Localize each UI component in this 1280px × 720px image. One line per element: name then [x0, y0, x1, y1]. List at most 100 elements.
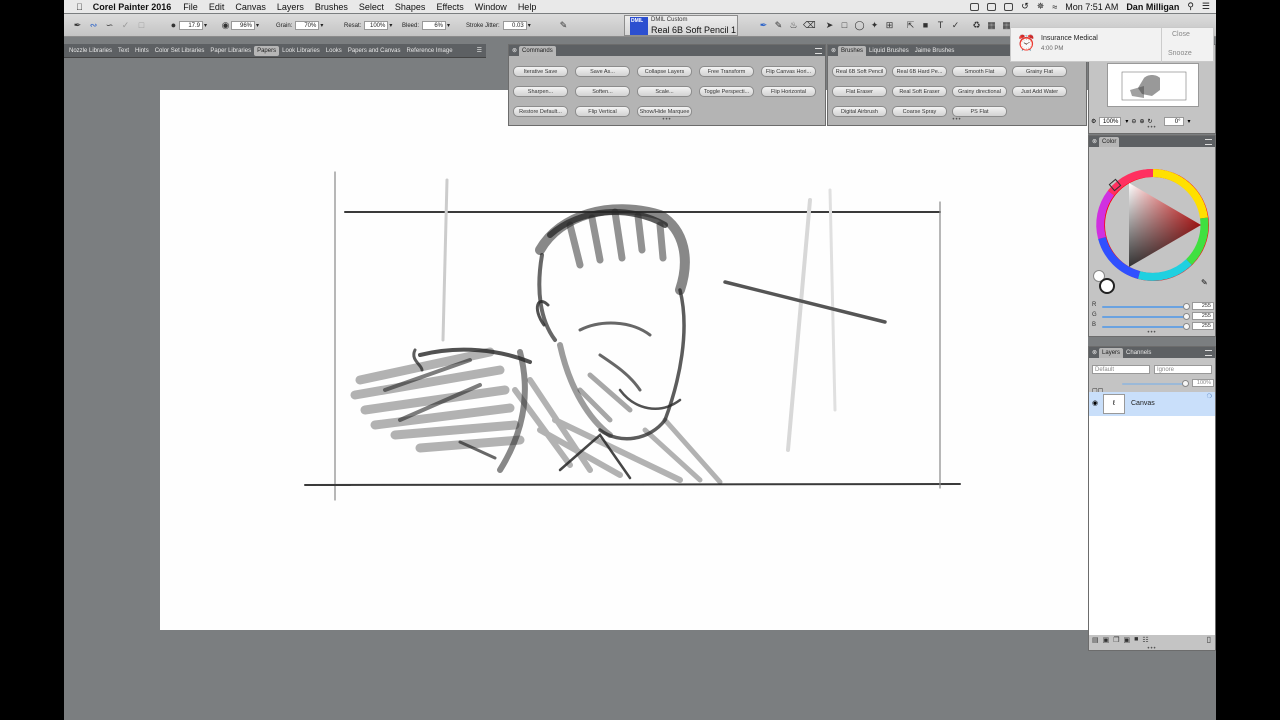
- command-flip-horizontal[interactable]: Flip Horizontal: [761, 86, 816, 97]
- blue-slider-knob[interactable]: [1183, 323, 1190, 330]
- zoom-in-icon[interactable]: ⊕: [1139, 118, 1144, 125]
- cloner-icon[interactable]: ♻: [971, 20, 982, 31]
- freehand-stroke-icon[interactable]: ∾: [88, 20, 99, 31]
- layer-opacity-knob[interactable]: [1182, 380, 1189, 387]
- commands-close-icon[interactable]: ⊗: [512, 47, 517, 54]
- tab-nozzle-libraries[interactable]: Nozzle Libraries: [66, 46, 115, 56]
- layer-link-icon[interactable]: ❍: [1207, 393, 1212, 400]
- resat-field[interactable]: 100%: [364, 21, 389, 30]
- spotlight-icon[interactable]: ⚲: [1187, 1, 1194, 12]
- status-icon-3[interactable]: [1004, 2, 1014, 11]
- brush-grainy-directional[interactable]: Grainy directional: [952, 86, 1007, 97]
- command-show-hide-marquee[interactable]: Show/Hide Marquee: [637, 106, 692, 117]
- status-icon-2[interactable]: [987, 2, 997, 11]
- command-soften[interactable]: Soften...: [575, 86, 630, 97]
- notification-snooze-button[interactable]: Snooze: [1168, 50, 1192, 57]
- green-value[interactable]: 255: [1192, 312, 1214, 320]
- mirror-icon[interactable]: ▦: [986, 20, 997, 31]
- user-name[interactable]: Dan Milligan: [1126, 2, 1179, 12]
- dab-preview-icon[interactable]: ✎: [558, 20, 569, 31]
- opacity-field[interactable]: 96%: [231, 21, 255, 30]
- layers-panel-header[interactable]: ⊗ Layers Channels: [1089, 347, 1215, 358]
- commands-panel-header[interactable]: ⊗ Commands: [509, 45, 825, 56]
- brush-smooth-flat[interactable]: Smooth Flat: [952, 66, 1007, 77]
- command-iterative-save[interactable]: Iterative Save: [513, 66, 568, 77]
- brush-selector[interactable]: DMIL DMIL Custom Real 6B Soft Pencil 1: [624, 15, 738, 36]
- command-scale[interactable]: Scale...: [637, 86, 692, 97]
- stroke-jitter-field[interactable]: 0.03: [502, 21, 527, 30]
- wifi-icon[interactable]: ≈: [1052, 2, 1057, 12]
- command-toggle-perspective[interactable]: Toggle Perspecti...: [699, 86, 754, 97]
- green-slider[interactable]: G 255: [1092, 312, 1214, 321]
- magic-wand-icon[interactable]: ✦: [869, 20, 880, 31]
- tab-channels[interactable]: Channels: [1123, 348, 1154, 358]
- brushes-resize-handle[interactable]: •••: [828, 117, 1086, 123]
- layer-opacity-value[interactable]: 100%: [1192, 379, 1214, 387]
- layer-attributes-icon[interactable]: ▤: [1092, 636, 1099, 646]
- command-restore-default[interactable]: Restore Default...: [513, 106, 568, 117]
- grain-field[interactable]: 70%: [295, 21, 320, 30]
- layer-mask-icon[interactable]: ■: [1134, 636, 1138, 646]
- brush-grainy-flat[interactable]: Grainy Flat: [1012, 66, 1067, 77]
- brush-coarse-spray[interactable]: Coarse Spray: [892, 106, 947, 117]
- pen-tool-icon[interactable]: ✓: [950, 20, 961, 31]
- bluetooth-icon[interactable]: ✵: [1037, 1, 1045, 12]
- opacity-dropdown-icon[interactable]: ▾: [256, 22, 259, 29]
- red-slider-knob[interactable]: [1183, 303, 1190, 310]
- navigator-thumbnail[interactable]: [1107, 63, 1199, 107]
- color-close-icon[interactable]: ⊗: [1092, 138, 1097, 145]
- color-resize-handle[interactable]: •••: [1089, 330, 1215, 336]
- color-panel-menu-icon[interactable]: [1205, 138, 1212, 145]
- brush-ghost-icon[interactable]: □: [136, 20, 147, 31]
- brush-tool-main-icon[interactable]: ✒: [758, 20, 769, 31]
- commands-panel-title[interactable]: Commands: [519, 45, 556, 56]
- menu-help[interactable]: Help: [518, 2, 537, 12]
- tab-jaime-brushes[interactable]: Jaime Brushes: [912, 46, 958, 56]
- layers-close-icon[interactable]: ⊗: [1092, 349, 1097, 356]
- command-flip-vertical[interactable]: Flip Vertical: [575, 106, 630, 117]
- tab-look-libraries[interactable]: Look Libraries: [279, 46, 323, 56]
- navigator-resize-handle[interactable]: •••: [1089, 125, 1215, 131]
- menu-shapes[interactable]: Shapes: [395, 2, 426, 12]
- navigator-zoom-dropdown-icon[interactable]: ▾: [1125, 118, 1128, 125]
- primary-color-swatch[interactable]: [1099, 278, 1115, 294]
- layer-trash-icon[interactable]: ▯: [1207, 635, 1211, 644]
- apple-menu-icon[interactable]: : [76, 2, 83, 12]
- brush-just-add-water[interactable]: Just Add Water: [1012, 86, 1067, 97]
- tab-color-set-libraries[interactable]: Color Set Libraries: [152, 46, 208, 56]
- command-flip-canvas-horizontal[interactable]: Flip Canvas Hori...: [761, 66, 816, 77]
- grain-dropdown-icon[interactable]: ▾: [320, 22, 323, 29]
- menu-brushes[interactable]: Brushes: [315, 2, 348, 12]
- stroke-jitter-dropdown-icon[interactable]: ▾: [528, 22, 531, 29]
- menu-effects[interactable]: Effects: [436, 2, 463, 12]
- menu-layers[interactable]: Layers: [277, 2, 304, 12]
- layer-row-canvas[interactable]: ◉ ℓ Canvas ❍: [1089, 392, 1215, 416]
- selection-arrow-icon[interactable]: ➤: [824, 20, 835, 31]
- bleed-dropdown-icon[interactable]: ▾: [447, 22, 450, 29]
- dropper-icon[interactable]: ✎: [773, 20, 784, 31]
- layers-panel-menu-icon[interactable]: [1205, 349, 1212, 356]
- layer-duplicate-icon[interactable]: ❐: [1113, 636, 1119, 646]
- tab-layers[interactable]: Layers: [1099, 347, 1124, 358]
- command-sharpen[interactable]: Sharpen...: [513, 86, 568, 97]
- blue-value[interactable]: 255: [1192, 322, 1214, 330]
- brush-digital-airbrush[interactable]: Digital Airbrush: [832, 106, 887, 117]
- red-value[interactable]: 255: [1192, 302, 1214, 310]
- brush-tool-icon[interactable]: ✒: [72, 20, 83, 31]
- transform-icon[interactable]: ⇱: [905, 20, 916, 31]
- crop-icon[interactable]: ⊞: [884, 20, 895, 31]
- notification-center-icon[interactable]: ☰: [1202, 1, 1210, 12]
- eraser-icon[interactable]: ⌫: [803, 20, 816, 31]
- command-collapse-layers[interactable]: Collapse Layers: [637, 66, 692, 77]
- green-slider-knob[interactable]: [1183, 313, 1190, 320]
- brush-real-6b-hard-pencil[interactable]: Real 6B Hard Pe...: [892, 66, 947, 77]
- brush-flat-eraser[interactable]: Flat Eraser: [832, 86, 887, 97]
- brushes-close-icon[interactable]: ⊗: [831, 47, 836, 54]
- layer-group-icon[interactable]: ▣: [1124, 636, 1131, 646]
- notification-close-button[interactable]: Close: [1172, 31, 1190, 38]
- drawing-canvas[interactable]: [160, 90, 1088, 630]
- tab-looks[interactable]: Looks: [323, 46, 345, 56]
- brush-ps-flat[interactable]: PS Flat: [952, 106, 1007, 117]
- straight-stroke-icon[interactable]: ∽: [104, 20, 115, 31]
- tab-brushes[interactable]: Brushes: [838, 45, 867, 56]
